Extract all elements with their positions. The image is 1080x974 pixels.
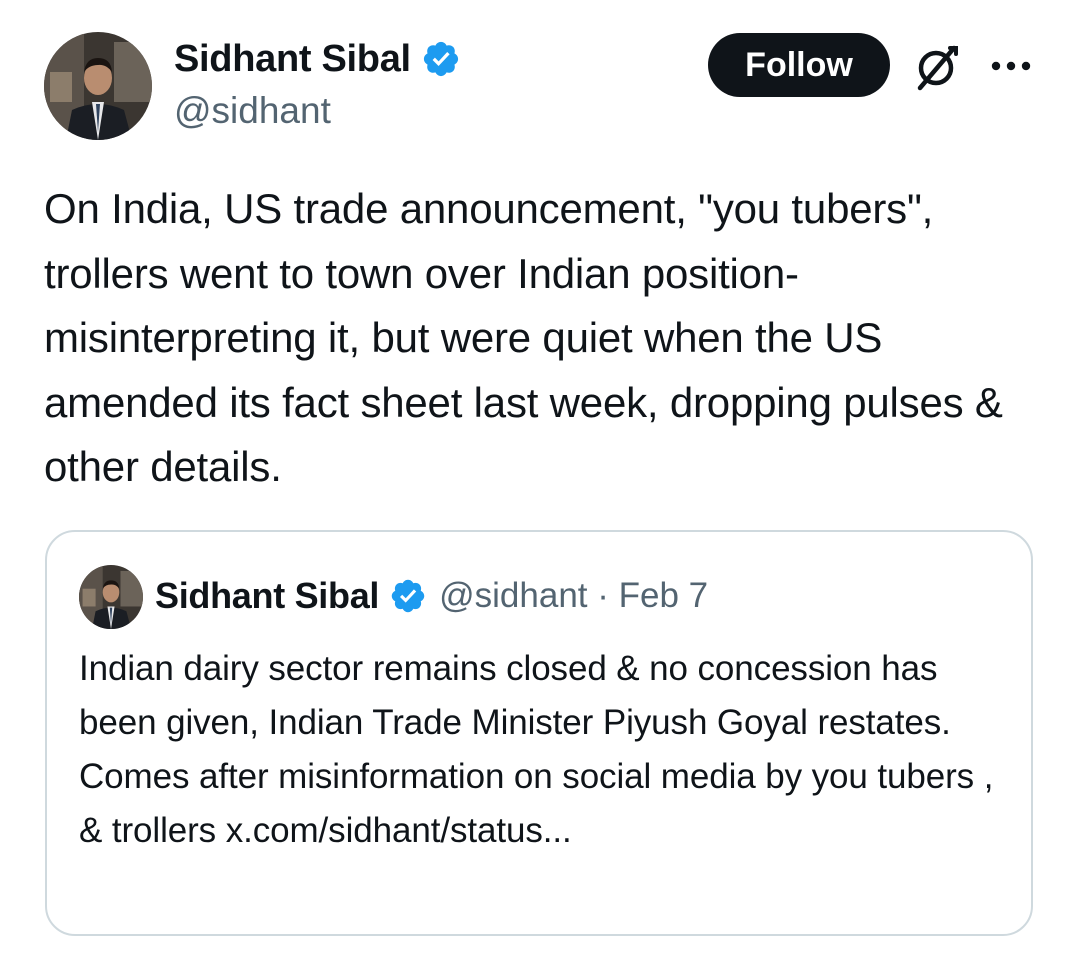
grok-icon[interactable] — [910, 40, 964, 94]
verified-badge-icon — [421, 39, 461, 79]
author-name-row[interactable]: Sidhant Sibal — [174, 36, 461, 82]
author-name[interactable]: Sidhant Sibal — [174, 36, 411, 82]
more-options-icon[interactable] — [988, 56, 1034, 76]
tweet-page: Sidhant Sibal @sidhant Follow On India, … — [0, 0, 1080, 974]
quoted-author-name[interactable]: Sidhant Sibal — [155, 574, 379, 618]
tweet-text: On India, US trade announcement, "you tu… — [44, 185, 1003, 490]
follow-button[interactable]: Follow — [708, 33, 890, 97]
quoted-tweet-card[interactable]: Sidhant Sibal @sidhant · Feb 7 Indian da… — [45, 530, 1033, 936]
quoted-tweet-header: Sidhant Sibal @sidhant · Feb 7 — [155, 574, 708, 618]
author-avatar[interactable] — [44, 32, 152, 140]
quoted-tweet-meta: @sidhant · Feb 7 — [439, 576, 709, 615]
quoted-tweet-text: Indian dairy sector remains closed & no … — [79, 649, 994, 850]
verified-badge-icon — [389, 577, 427, 615]
quoted-author-avatar[interactable] — [79, 565, 143, 629]
author-handle[interactable]: @sidhant — [174, 88, 331, 134]
